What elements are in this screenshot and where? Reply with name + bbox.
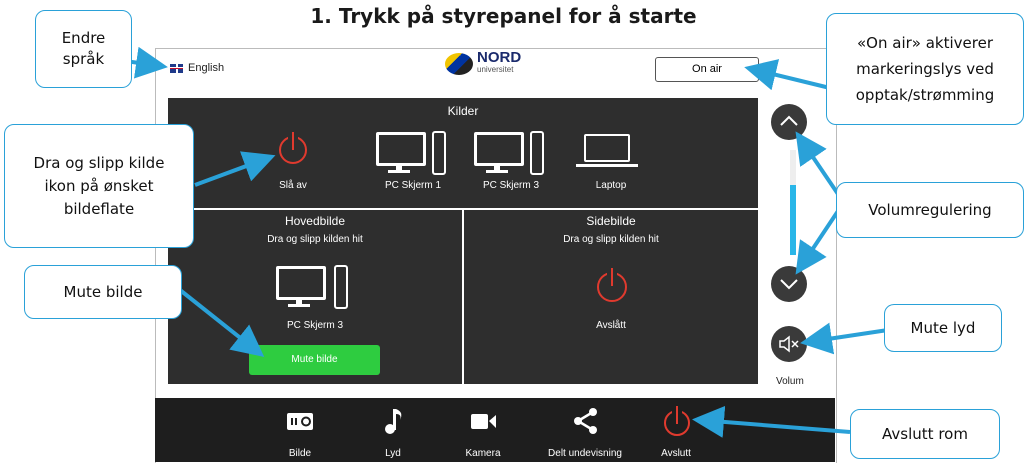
callout-mute-sound: Mute lyd (884, 304, 1002, 352)
callout-mute-image: Mute bilde (24, 265, 182, 319)
callout-language: Endre språk (35, 10, 132, 88)
callout-onair: «On air» aktiverer markeringslys ved opp… (826, 13, 1024, 125)
callout-exit: Avslutt rom (850, 409, 1000, 459)
callout-drag: Dra og slipp kilde ikon på ønsket bildef… (4, 124, 194, 248)
callout-volume: Volumregulering (836, 182, 1024, 238)
